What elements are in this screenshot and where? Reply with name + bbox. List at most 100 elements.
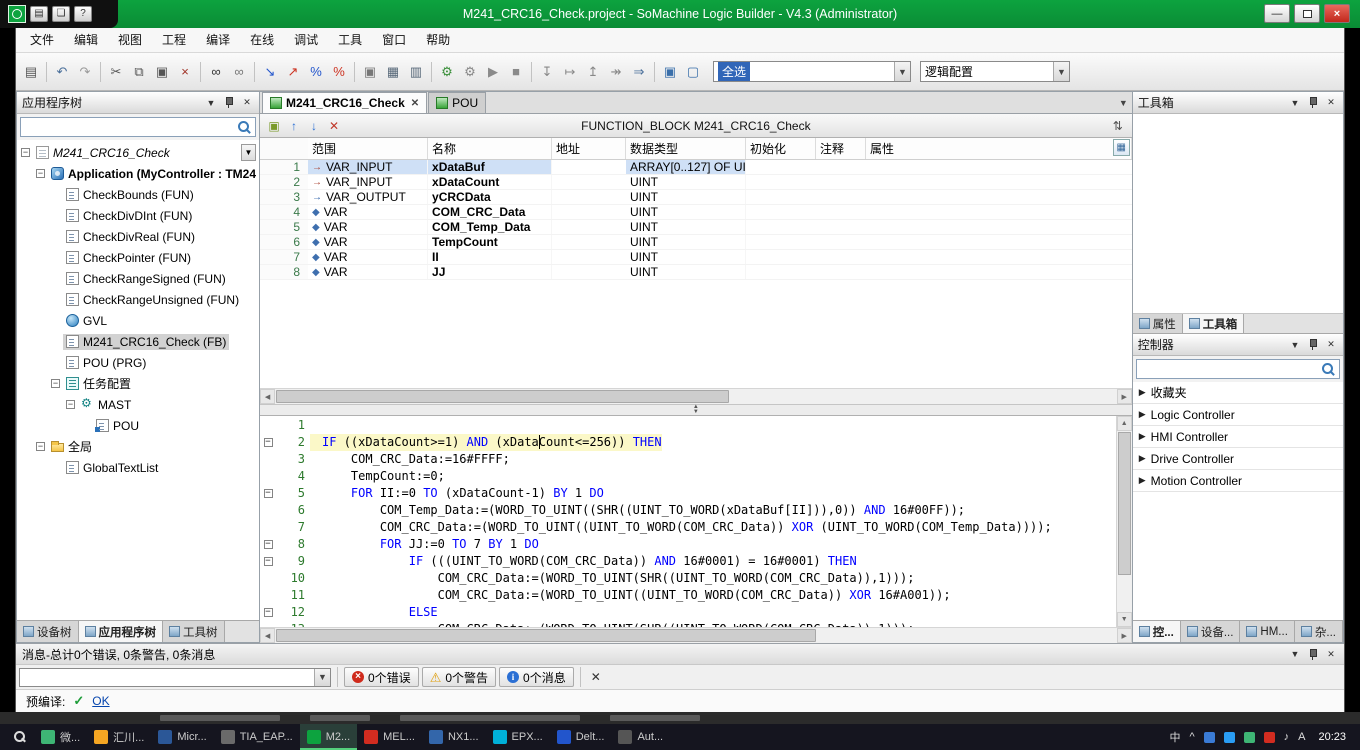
doc-tab-pou[interactable]: POU: [428, 92, 486, 113]
run-to-cursor-icon[interactable]: ↠: [605, 61, 627, 83]
arrow-down-icon[interactable]: ↓: [304, 116, 324, 136]
scroll-left-icon[interactable]: ◀: [260, 628, 275, 643]
tree-search-input[interactable]: [20, 117, 256, 137]
declaration-row[interactable]: 7◆VARIIUINT: [260, 250, 1132, 265]
menu-item-project[interactable]: 工程: [152, 28, 196, 52]
taskbar-item-huichuan[interactable]: 汇川...: [87, 724, 151, 750]
declaration-row[interactable]: 1→VAR_INPUTxDataBufARRAY[0..127] OF UINT: [260, 160, 1132, 175]
chevron-down-icon[interactable]: ▼: [1288, 647, 1302, 661]
go-icon[interactable]: ⇒: [628, 61, 650, 83]
close-icon[interactable]: ✕: [1324, 647, 1338, 661]
start-icon[interactable]: ▶: [482, 61, 504, 83]
code-line[interactable]: 10 COM_CRC_Data:=(WORD_TO_UINT(SHR((UINT…: [260, 570, 1116, 587]
tree-item-mast-pou[interactable]: POU: [17, 415, 259, 436]
chevron-down-icon[interactable]: ▼: [314, 669, 330, 686]
declaration-row[interactable]: 4◆VARCOM_CRC_DataUINT: [260, 205, 1132, 220]
restore-button[interactable]: [1294, 4, 1320, 23]
taskbar-item-melsoft[interactable]: MEL...: [357, 724, 422, 750]
chevron-down-icon[interactable]: ▼: [1053, 62, 1069, 81]
column-header-2[interactable]: 地址: [552, 138, 626, 159]
pin-icon[interactable]: [1306, 96, 1320, 110]
close-icon[interactable]: ✕: [1324, 338, 1338, 352]
refactor-icon[interactable]: ⚙: [436, 61, 458, 83]
menu-item-file[interactable]: 文件: [20, 28, 64, 52]
tree-item-m241-crc16-check-fb[interactable]: M241_CRC16_Check (FB): [17, 331, 259, 352]
save-icon[interactable]: ▤: [30, 6, 48, 22]
project-dropdown-icon[interactable]: ▼: [241, 144, 256, 161]
code-line[interactable]: 11 COM_CRC_Data:=(WORD_TO_UINT((UINT_TO_…: [260, 587, 1116, 604]
fold-toggle-icon[interactable]: −: [264, 557, 273, 566]
tabular-view-button[interactable]: ▦: [1113, 139, 1130, 156]
splitter-down-icon[interactable]: ▼: [693, 410, 699, 415]
declaration-row[interactable]: 5◆VARCOM_Temp_DataUINT: [260, 220, 1132, 235]
add-icon[interactable]: ▣: [264, 116, 284, 136]
close-icon[interactable]: ✕: [240, 96, 254, 110]
close-icon[interactable]: ✕: [1324, 96, 1338, 110]
scrollbar-thumb[interactable]: [276, 390, 729, 403]
code-vscrollbar[interactable]: ▲ ▼: [1116, 416, 1132, 627]
code-hscrollbar[interactable]: ◀ ▶: [260, 627, 1132, 643]
toolbox-item-favorites[interactable]: ▶收藏夹: [1133, 382, 1343, 404]
layout-icon[interactable]: ❏: [52, 6, 70, 22]
tab-toolbox[interactable]: 工具箱: [1183, 314, 1245, 333]
tab-list-icon[interactable]: ▼: [1119, 98, 1128, 108]
tray-app-3-icon[interactable]: [1244, 732, 1255, 743]
scroll-right-icon[interactable]: ▶: [1117, 389, 1132, 404]
scrollbar-thumb[interactable]: [1118, 432, 1131, 575]
tab-controller[interactable]: 控...: [1133, 621, 1181, 642]
ime-indicator-icon[interactable]: 中: [1169, 729, 1180, 745]
step-into-icon[interactable]: ↧: [536, 61, 558, 83]
tree-item-checkdivreal[interactable]: CheckDivReal (FUN): [17, 226, 259, 247]
menu-item-edit[interactable]: 编辑: [64, 28, 108, 52]
search-icon[interactable]: [238, 121, 251, 134]
paste-special-icon[interactable]: ▣: [359, 61, 381, 83]
find-next-icon[interactable]: ∞: [228, 61, 250, 83]
build-blue-icon[interactable]: ↘: [259, 61, 281, 83]
fold-toggle-icon[interactable]: −: [264, 540, 273, 549]
stop-icon[interactable]: ■: [505, 61, 527, 83]
find-icon[interactable]: ∞: [205, 61, 227, 83]
code-line[interactable]: −12 ELSE: [260, 604, 1116, 621]
tree-item-pou-prg[interactable]: POU (PRG): [17, 352, 259, 373]
taskbar-item-wechat[interactable]: 微...: [34, 724, 87, 750]
chevron-down-icon[interactable]: ▼: [1288, 96, 1302, 110]
code-line[interactable]: 4 TempCount:=0;: [260, 468, 1116, 485]
code-line[interactable]: 6 COM_Temp_Data:=(WORD_TO_UINT((SHR((UIN…: [260, 502, 1116, 519]
sort-icon[interactable]: ⇅: [1108, 116, 1128, 136]
undo-icon[interactable]: ↶: [51, 61, 73, 83]
step-over-icon[interactable]: ↦: [559, 61, 581, 83]
select-all-combo[interactable]: 全选 ▼: [713, 61, 911, 82]
tab-close-icon[interactable]: ✕: [411, 98, 419, 109]
tray-app-4-icon[interactable]: [1264, 732, 1275, 743]
minimize-button[interactable]: —: [1264, 4, 1290, 23]
code-line[interactable]: −9 IF (((UINT_TO_WORD(COM_CRC_Data)) AND…: [260, 553, 1116, 570]
code-line[interactable]: 1: [260, 417, 1116, 434]
tray-app-1-icon[interactable]: [1204, 732, 1215, 743]
paste-icon[interactable]: ▣: [151, 61, 173, 83]
taskbar-item-aut[interactable]: Aut...: [611, 724, 670, 750]
taskbar-item-somachine[interactable]: M2...: [300, 724, 357, 750]
editor-splitter[interactable]: ▲ ▼: [260, 404, 1132, 416]
tree-item-checkrangesigned[interactable]: CheckRangeSigned (FUN): [17, 268, 259, 289]
tree-item-task-config[interactable]: −任务配置: [17, 373, 259, 394]
search-icon[interactable]: [1322, 363, 1335, 376]
collapse-icon[interactable]: −: [51, 379, 60, 388]
cut-icon[interactable]: ✂: [105, 61, 127, 83]
percent-red-icon[interactable]: %: [328, 61, 350, 83]
messages-filter-combo[interactable]: ▼: [19, 668, 331, 687]
column-header-4[interactable]: 初始化: [746, 138, 816, 159]
toolbox-item-drive-controller[interactable]: ▶Drive Controller: [1133, 448, 1343, 470]
tree-item-checkpointer[interactable]: CheckPointer (FUN): [17, 247, 259, 268]
logout-monitor-icon[interactable]: ▢: [682, 61, 704, 83]
pin-icon[interactable]: [222, 96, 236, 110]
tree-item-project-root[interactable]: −M241_CRC16_Check▼: [17, 142, 259, 163]
menu-item-build[interactable]: 编译: [196, 28, 240, 52]
chevron-down-icon[interactable]: ▼: [894, 62, 910, 81]
column-header-0[interactable]: 范围: [308, 138, 428, 159]
scroll-right-icon[interactable]: ▶: [1117, 628, 1132, 643]
tab-devices-tree[interactable]: 设备树: [17, 621, 79, 642]
tab-tools-tree[interactable]: 工具树: [163, 621, 225, 642]
menu-item-debug[interactable]: 调试: [284, 28, 328, 52]
scrollbar-thumb[interactable]: [276, 629, 816, 642]
taskbar-item-epx[interactable]: EPX...: [486, 724, 550, 750]
